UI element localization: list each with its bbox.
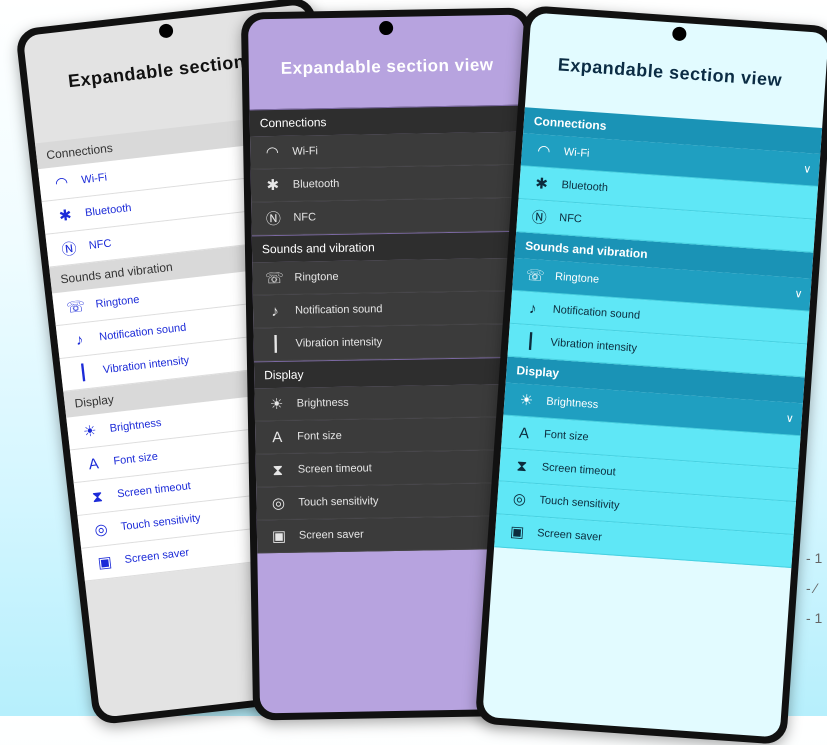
screen-saver-icon: ▣ [96,553,113,572]
font-size-icon: A [518,424,530,442]
item-label: Screen timeout [541,461,617,479]
item-label: Bluetooth [292,177,340,191]
vibration-icon: ┃ [77,364,89,382]
item-label: Ringtone [294,270,339,284]
item-label: Font size [543,428,590,444]
bluetooth-icon: ✱ [58,206,73,226]
side-text: - 1 [806,550,823,566]
brightness-icon: ☀ [82,422,98,441]
item-label: Bluetooth [561,179,609,195]
list-item-ringtone[interactable]: ☏ Ringtone [252,257,529,296]
item-label: Brightness [545,395,599,412]
bell-icon: ♪ [271,302,279,320]
ringtone-icon: ☏ [264,269,285,288]
item-label: Screen timeout [116,480,192,501]
item-label: Touch sensitivity [120,512,202,534]
font-size-icon: A [272,428,283,446]
brightness-icon: ☀ [269,395,284,414]
item-label: NFC [558,211,583,226]
item-label: Vibration intensity [550,336,638,355]
list-item-bluetooth[interactable]: ✱ Bluetooth [250,164,528,203]
item-label: Vibration intensity [102,354,190,377]
touch-icon: ◎ [512,490,527,509]
bluetooth-icon: ✱ [534,175,549,194]
brightness-icon: ☀ [519,391,534,410]
chevron-down-icon[interactable]: ∨ [794,287,803,301]
item-label: Wi-Fi [80,171,108,187]
item-label: Screen saver [298,528,364,542]
side-text: - ⁄ [806,580,817,596]
item-label: Vibration intensity [295,336,383,350]
list-item-nfc[interactable]: Ⓝ NFC [251,197,528,236]
screen-cyan: Expandable section view Connections ◠ Wi-… [482,12,827,738]
wifi-icon: ◠ [265,143,279,162]
item-label: Screen saver [536,527,603,544]
list-item-brightness[interactable]: ☀ Brightness [254,383,531,422]
list-item-wifi[interactable]: ◠ Wi-Fi [250,131,527,170]
item-label: Notification sound [98,321,187,344]
nfc-icon: Ⓝ [60,239,78,259]
item-label: NFC [293,211,317,224]
hourglass-icon: ⧗ [272,461,284,479]
font-size-icon: A [87,454,100,473]
item-label: NFC [88,237,113,252]
screen-saver-icon: ▣ [271,527,287,546]
item-label: Wi-Fi [292,145,319,158]
vibration-icon: ┃ [270,335,281,354]
screen-saver-icon: ▣ [509,523,525,542]
chevron-down-icon[interactable]: ∨ [785,412,794,426]
item-label: Brightness [296,396,349,410]
list-item-font-size[interactable]: A Font size [254,416,532,455]
bell-icon: ♪ [528,299,538,318]
nfc-icon: Ⓝ [531,208,548,227]
item-label: Ringtone [94,293,141,311]
item-label: Font size [112,450,159,468]
ringtone-icon: ☏ [65,297,87,317]
wifi-icon: ◠ [54,174,70,193]
item-label: Brightness [109,416,163,435]
ringtone-icon: ☏ [525,266,546,285]
item-label: Bluetooth [84,202,133,220]
list-item-vibration[interactable]: ┃ Vibration intensity [253,323,530,362]
item-label: Notification sound [294,303,383,317]
item-label: Notification sound [552,303,641,322]
item-label: Ringtone [554,270,600,286]
side-text: - 1 [806,610,823,626]
item-label: Wi-Fi [563,146,590,160]
chevron-down-icon[interactable]: ∨ [803,162,812,176]
nfc-icon: Ⓝ [265,210,282,228]
phone-cyan-theme: Expandable section view Connections ◠ Wi-… [474,5,827,745]
item-label: Touch sensitivity [298,495,379,509]
page-title: Expandable section view [280,55,494,78]
vibration-icon: ┃ [525,332,536,351]
hourglass-icon: ⧗ [91,487,104,506]
bluetooth-icon: ✱ [266,176,280,195]
item-label: Font size [297,429,342,443]
item-label: Screen saver [124,546,190,566]
item-label: Screen timeout [297,462,372,476]
item-label: Touch sensitivity [539,494,620,512]
touch-icon: ◎ [93,520,109,540]
list-item-notification-sound[interactable]: ♪ Notification sound [252,290,530,329]
touch-icon: ◎ [271,494,286,513]
page-title: Expandable section view [557,54,783,91]
settings-list: Connections ◠ Wi-Fi ∨ ✱ Bluetooth Ⓝ NFC Soun… [494,107,823,568]
bell-icon: ♪ [74,330,85,349]
wifi-icon: ◠ [536,142,551,161]
hourglass-icon: ⧗ [515,457,528,475]
